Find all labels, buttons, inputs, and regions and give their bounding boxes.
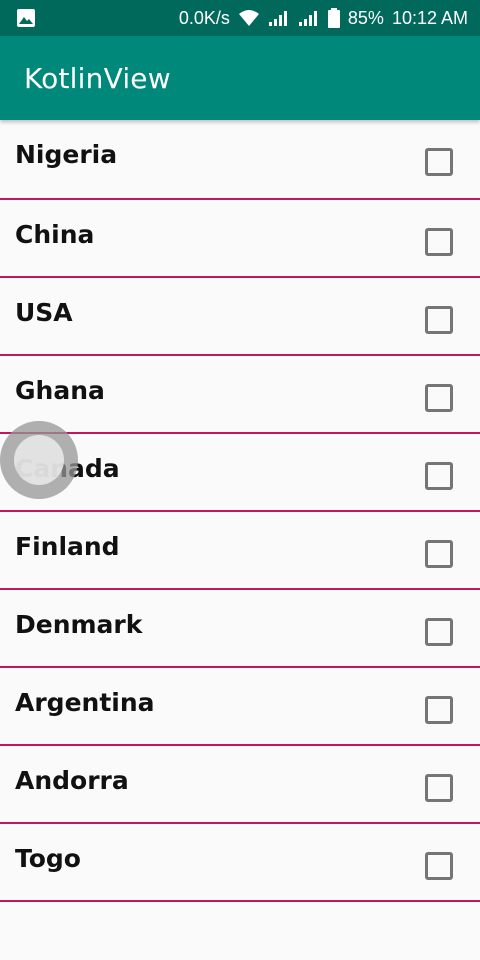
list-item-label: Denmark [15, 610, 143, 639]
list-item[interactable]: Nigeria [0, 120, 480, 200]
list-item[interactable]: China [0, 200, 480, 278]
checkbox[interactable] [425, 696, 453, 724]
list-item-label: Finland [15, 532, 120, 561]
checkbox[interactable] [425, 462, 453, 490]
list-item[interactable]: USA [0, 278, 480, 356]
list-item-label: Andorra [15, 766, 129, 795]
signal-icon [268, 10, 290, 26]
checkbox[interactable] [425, 618, 453, 646]
list-item-label: Argentina [15, 688, 155, 717]
list-item[interactable]: Denmark [0, 590, 480, 668]
list-item[interactable]: Argentina [0, 668, 480, 746]
list-item-label: Ghana [15, 376, 105, 405]
list-item-label: Togo [15, 844, 81, 873]
checkbox[interactable] [425, 228, 453, 256]
status-bar: 0.0K/s 85% 10:12 AM [0, 0, 480, 36]
battery-level: 85% [347, 7, 384, 28]
list-item[interactable]: Togo [0, 824, 480, 902]
signal-icon [298, 10, 320, 26]
list-item[interactable]: Ghana [0, 356, 480, 434]
list-item-label: Canada [15, 454, 120, 483]
list-item[interactable]: Andorra [0, 746, 480, 824]
list-item[interactable]: Finland [0, 512, 480, 590]
checkbox[interactable] [425, 148, 453, 176]
app-title: KotlinView [24, 61, 171, 95]
list-item-label: USA [15, 298, 73, 327]
net-speed: 0.0K/s [178, 7, 230, 28]
status-right: 0.0K/s 85% 10:12 AM [179, 8, 468, 29]
checkbox[interactable] [425, 852, 453, 880]
checkbox[interactable] [425, 306, 453, 334]
status-left [16, 8, 179, 28]
country-list: Nigeria China USA Ghana Canada Finland D… [0, 120, 480, 902]
app-bar: KotlinView [0, 36, 480, 120]
clock: 10:12 AM [391, 7, 468, 28]
wifi-icon [238, 9, 260, 27]
checkbox[interactable] [425, 540, 453, 568]
list-item[interactable]: Canada [0, 434, 480, 512]
gallery-icon [16, 8, 36, 28]
list-item-label: China [15, 220, 95, 249]
checkbox[interactable] [425, 774, 453, 802]
list-item-label: Nigeria [15, 140, 118, 169]
checkbox[interactable] [425, 384, 453, 412]
battery-icon [327, 8, 340, 28]
